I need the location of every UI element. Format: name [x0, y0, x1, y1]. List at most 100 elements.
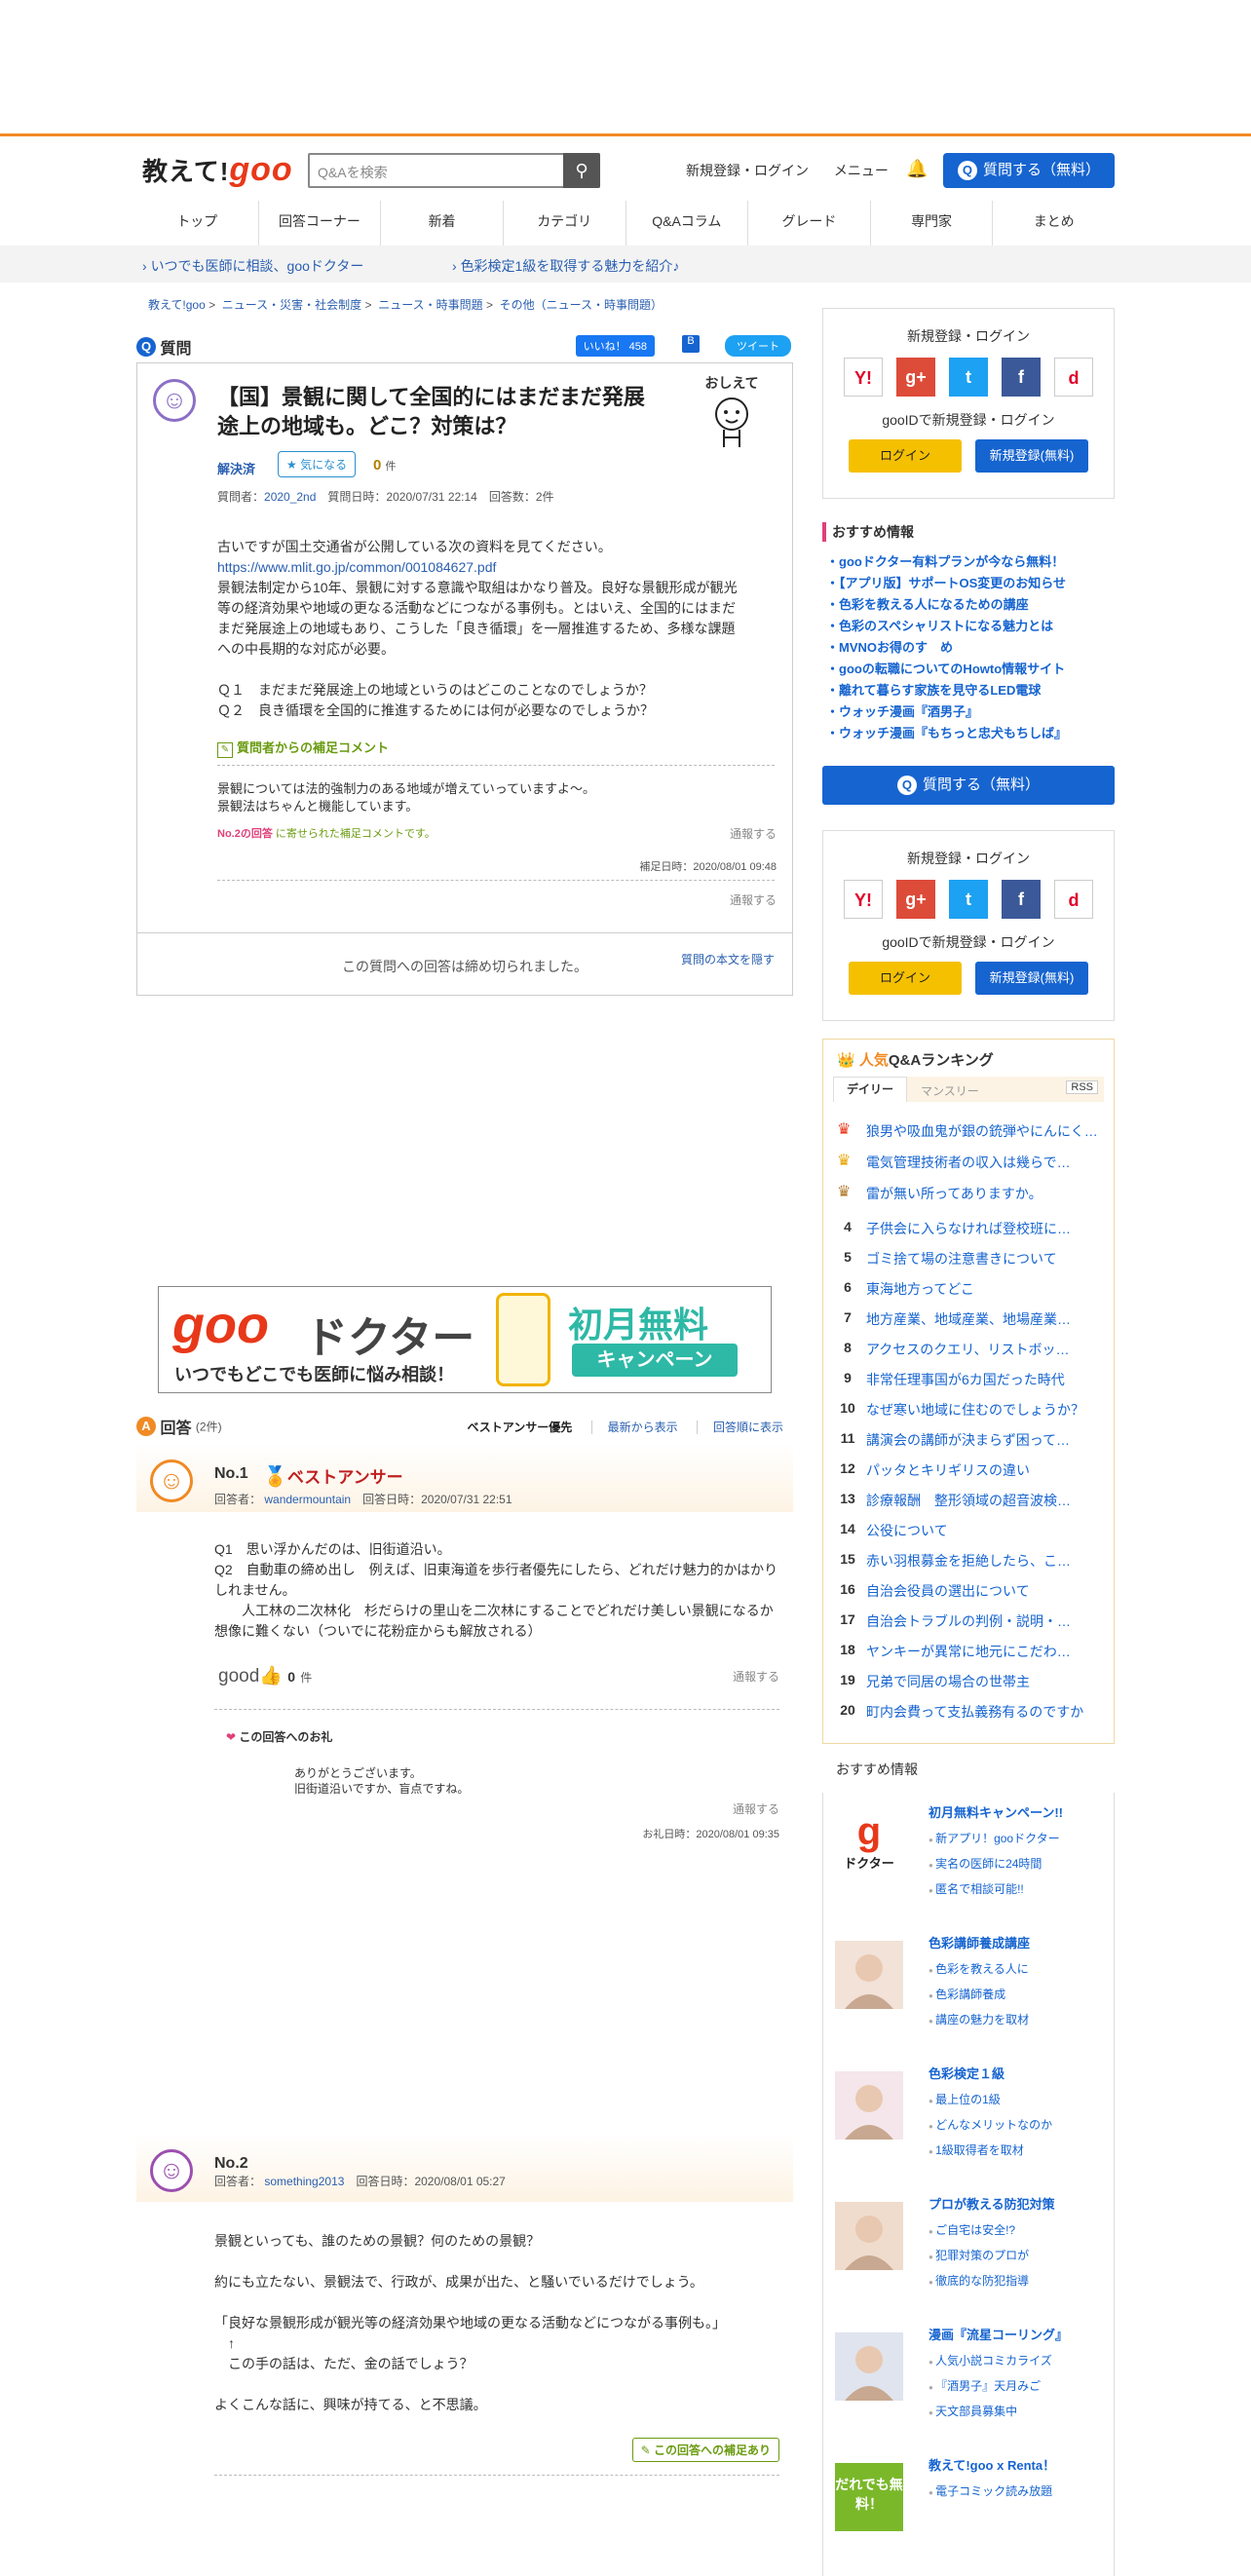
thumbnail-image[interactable] — [835, 2071, 903, 2140]
avatar[interactable]: ☺ — [153, 379, 196, 422]
author-link[interactable]: 2020_2nd — [264, 490, 316, 504]
nav-top[interactable]: トップ — [136, 201, 259, 246]
hide-body-link[interactable]: 質問の本文を隠す — [681, 951, 775, 967]
recommend-card-title[interactable]: 色彩検定１級 — [929, 2064, 1005, 2082]
kininaru-button[interactable]: ★ 気になる — [278, 451, 357, 477]
recommend-item[interactable]: ・MVNOお得のす め — [822, 637, 1115, 659]
ranking-link[interactable]: 自治会役員の選出について — [866, 1581, 1106, 1601]
nav-grade[interactable]: グレード — [748, 201, 871, 246]
gooDoctor-banner[interactable]: goo ドクター いつでもどこでも医師に悩み相談！ 初月無料 キャンペーン — [158, 1286, 772, 1393]
breadcrumb-item[interactable]: その他（ニュース・時事問題） — [500, 298, 663, 312]
rss-button[interactable]: RSS — [1066, 1080, 1098, 1094]
ranking-link[interactable]: 非常任理事国が6カ国だった時代 — [866, 1370, 1106, 1389]
recommend-card-item[interactable]: ● ご自宅は安全!? — [929, 2221, 1015, 2238]
recommend-card[interactable]: プロが教える防犯対策 ● ご自宅は安全!? ● 犯罪対策のプロが ● 徹底的な防犯指導 — [822, 2184, 1115, 2315]
avatar[interactable]: ☺ — [150, 2149, 193, 2192]
recommend-card-title[interactable]: 初月無料キャンペーン!! — [929, 1802, 1063, 1821]
recommend-item[interactable]: ・gooの転職についてのHowto情報サイト — [822, 659, 1115, 680]
breadcrumb-item[interactable]: 教えて!goo — [148, 298, 206, 312]
recommend-card-item[interactable]: ● 匿名で相談可能!! — [929, 1880, 1024, 1897]
ranking-item[interactable]: 13 診療報酬 整形領域の超音波検… — [823, 1485, 1114, 1512]
ranking-item[interactable]: 19 兄弟で同居の場合の世帯主 — [823, 1666, 1114, 1693]
recommend-card-item[interactable]: ● 講座の魅力を取材 — [929, 2011, 1029, 2027]
recommend-item[interactable]: ・色彩のスペシャリストになる魅力とは — [822, 616, 1115, 637]
ranking-link[interactable]: ゴミ捨て場の注意書きについて — [866, 1249, 1106, 1269]
ranking-link[interactable]: 雷が無い所ってありますか。 — [866, 1184, 1106, 1203]
nav-expert[interactable]: 専門家 — [871, 201, 994, 246]
recommend-item[interactable]: ・ウォッチ漫画『もちっと忠犬もちしば』 — [822, 723, 1115, 744]
ranking-link[interactable]: パッタとキリギリスの違い — [866, 1460, 1106, 1480]
tab-monthly[interactable]: マンスリー — [921, 1082, 979, 1099]
recommend-card-item[interactable]: ● 実名の医師に24時間 — [929, 1855, 1042, 1872]
sidebar-ask-button[interactable]: Q 質問する（無料） — [822, 766, 1115, 805]
nav-new[interactable]: 新着 — [381, 201, 504, 246]
twitter-icon[interactable]: t — [949, 358, 988, 397]
ranking-link[interactable]: 自治会トラブルの判例・説明・… — [866, 1611, 1106, 1631]
recommend-card-item[interactable]: ● 色彩講師養成 — [929, 1986, 1005, 2002]
search-icon[interactable]: ⚲ — [563, 153, 600, 188]
ranking-item[interactable]: 9 非常任理事国が6カ国だった時代 — [823, 1364, 1114, 1391]
avatar[interactable]: ☺ — [150, 1459, 193, 1502]
ranking-item[interactable]: 17 自治会トラブルの判例・説明・… — [823, 1606, 1114, 1633]
ranking-item[interactable]: 12 パッタとキリギリスの違い — [823, 1455, 1114, 1482]
ranking-link[interactable]: ヤンキーが異常に地元にこだわ… — [866, 1642, 1106, 1661]
ranking-item[interactable]: 6 東海地方ってどこ — [823, 1273, 1114, 1301]
renta-logo[interactable]: だれでも無料！ — [835, 2463, 903, 2531]
google-plus-icon[interactable]: g+ — [896, 880, 935, 919]
login-button[interactable]: ログイン — [849, 962, 962, 995]
recommend-card-item[interactable]: ● どんなメリットなのか — [929, 2116, 1052, 2133]
sort-best[interactable]: ベストアンサー優先 — [468, 1421, 573, 1434]
promo-link-doctor[interactable]: › いつでも医師に相談、gooドクター — [142, 256, 363, 276]
report-link[interactable]: 通報する — [733, 1668, 779, 1685]
author-link[interactable]: something2013 — [264, 2175, 344, 2188]
breadcrumb-item[interactable]: ニュース・災害・社会制度 — [222, 298, 361, 312]
ranking-link[interactable]: なぜ寒い地域に住むのでしょうか？ — [866, 1400, 1106, 1420]
thumbnail-image[interactable] — [835, 1941, 903, 2009]
sort-order[interactable]: 回答順に表示 — [696, 1421, 783, 1434]
recommend-card-item[interactable]: ● 1級取得者を取材 — [929, 2141, 1024, 2158]
report-link[interactable]: 通報する — [730, 825, 777, 842]
recommend-card[interactable]: だれでも無料！ 教えて!goo x Renta！ ● 電子コミック読み放題 — [822, 2445, 1115, 2576]
nav-column[interactable]: Q&Aコラム — [626, 201, 749, 246]
tweet-button[interactable]: ツイート — [725, 335, 791, 357]
recommend-card[interactable]: 色彩講師養成講座 ● 色彩を教える人に ● 色彩講師養成 ● 講座の魅力を取材 — [822, 1923, 1115, 2054]
ranking-item[interactable]: 7 地方産業、地域産業、地場産業… — [823, 1304, 1114, 1331]
ranking-item[interactable]: 16 自治会役員の選出について — [823, 1575, 1114, 1603]
supplement-button[interactable]: ✎ この回答への補足あり — [631, 2438, 779, 2462]
login-button[interactable]: ログイン — [849, 439, 962, 473]
nav-answer-corner[interactable]: 回答コーナー — [259, 201, 382, 246]
recommend-item[interactable]: ・ウォッチ漫画『酒男子』 — [822, 701, 1115, 723]
good-button[interactable]: good👍 0 件 — [218, 1664, 312, 1687]
recommend-card-item[interactable]: ● 犯罪対策のプロが — [929, 2247, 1029, 2263]
thumbnail-image[interactable] — [835, 2202, 903, 2270]
register-button[interactable]: 新規登録(無料) — [975, 962, 1088, 995]
breadcrumb-item[interactable]: ニュース・時事問題 — [378, 298, 482, 312]
recommend-card[interactable]: g ドクター 初月無料キャンペーン!! ● 新アプリ！gooドクター ● 実名の医師に2… — [822, 1793, 1115, 1923]
nav-matome[interactable]: まとめ — [993, 201, 1115, 246]
nav-category[interactable]: カテゴリ — [504, 201, 626, 246]
yahoo-icon[interactable]: Y! — [844, 880, 883, 919]
like-button[interactable]: いいね！ 458 — [575, 335, 655, 357]
ranking-link[interactable]: 講演会の講師が決まらず困って… — [866, 1430, 1106, 1450]
recommend-card-item[interactable]: ● 色彩を教える人に — [929, 1960, 1029, 1977]
recommend-card-item[interactable]: ● 徹底的な防犯指導 — [929, 2272, 1029, 2289]
thumbnail-image[interactable] — [835, 2332, 903, 2401]
ranking-item[interactable]: 10 なぜ寒い地域に住むのでしょうか？ — [823, 1394, 1114, 1421]
ranking-item[interactable]: ♛ 雷が無い所ってありますか。 — [823, 1178, 1114, 1205]
ranking-item[interactable]: 14 公役について — [823, 1515, 1114, 1542]
tab-daily[interactable]: デイリー — [833, 1077, 907, 1102]
bookmark-icon[interactable]: B — [682, 335, 700, 353]
yahoo-icon[interactable]: Y! — [844, 358, 883, 397]
author-link[interactable]: wandermountain — [264, 1493, 351, 1506]
recommend-card-title[interactable]: 漫画『流星コーリング』 — [929, 2325, 1068, 2343]
ask-question-button[interactable]: Q 質問する（無料） — [943, 153, 1115, 188]
google-plus-icon[interactable]: g+ — [896, 358, 935, 397]
search-input[interactable]: Q&Aを検索 ⚲ — [308, 153, 600, 188]
report-link[interactable]: 通報する — [730, 891, 777, 908]
ranking-link[interactable]: 地方産業、地域産業、地場産業… — [866, 1309, 1106, 1329]
recommend-item[interactable]: ・gooドクター有料プランが今なら無料！ — [822, 551, 1115, 573]
promo-link-color[interactable]: › 色彩検定1級を取得する魅力を紹介♪ — [452, 256, 679, 276]
recommend-card-item[interactable]: ● 新アプリ！gooドクター — [929, 1830, 1060, 1846]
ranking-link[interactable]: 赤い羽根募金を拒絶したら、こ… — [866, 1551, 1106, 1571]
facebook-icon[interactable]: f — [1002, 880, 1041, 919]
